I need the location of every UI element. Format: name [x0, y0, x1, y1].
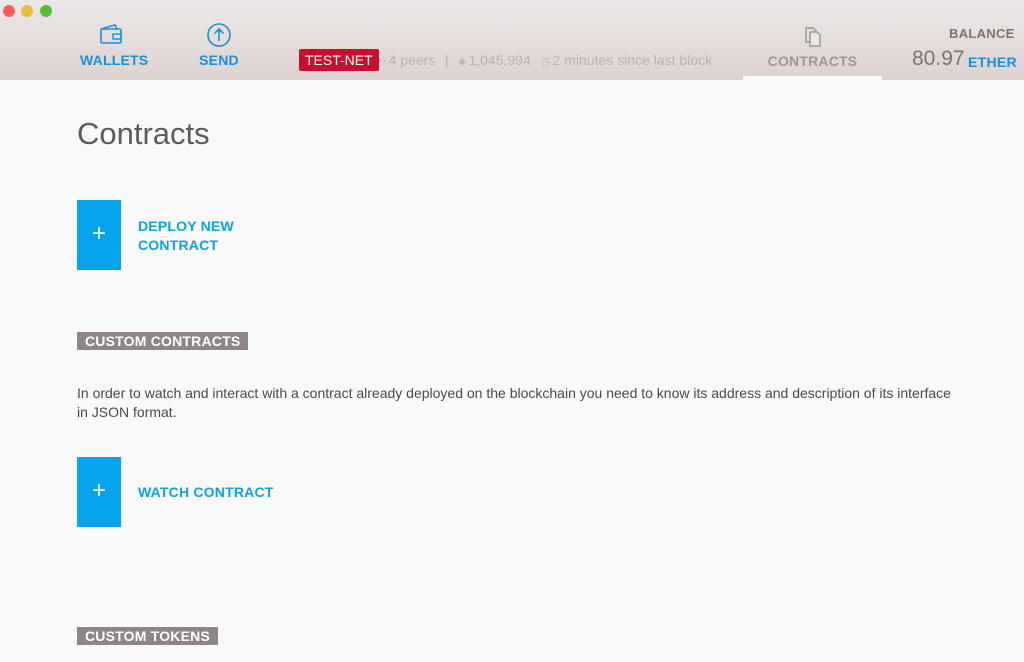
deploy-contract-label: DEPLOY NEW CONTRACT — [138, 217, 234, 255]
active-tab-indicator — [743, 76, 882, 80]
deploy-label-line2: CONTRACT — [138, 237, 219, 253]
balance-value: 80.97 — [912, 47, 965, 70]
window-zoom-button[interactable] — [40, 5, 52, 17]
network-badge: TEST-NET — [299, 49, 379, 71]
layers-icon: ◈ — [458, 56, 467, 68]
wallet-icon — [100, 24, 122, 44]
deploy-label-line1: DEPLOY NEW — [138, 218, 234, 234]
nav-wallets-label: WALLETS — [80, 52, 149, 68]
clock-icon: ◷ — [541, 56, 551, 68]
page-title: Contracts — [77, 116, 210, 151]
nav-send-label: SEND — [199, 52, 239, 68]
deploy-contract-button[interactable]: + DEPLOY NEW CONTRACT — [77, 200, 277, 270]
balance-unit[interactable]: ETHER — [968, 54, 1017, 70]
watch-contract-label: WATCH CONTRACT — [138, 484, 274, 500]
balance-label: BALANCE — [949, 26, 1015, 41]
peers-status: ◔ 4 peers — [380, 50, 435, 72]
window-close-button[interactable] — [3, 5, 15, 17]
window-minimize-button[interactable] — [21, 5, 33, 17]
custom-contracts-header: CUSTOM CONTRACTS — [77, 332, 249, 350]
nav-send[interactable]: SEND — [196, 22, 242, 68]
watch-description: In order to watch and interact with a co… — [77, 385, 951, 420]
documents-icon — [804, 27, 821, 47]
custom-tokens-header: CUSTOM TOKENS — [77, 627, 218, 645]
peers-count: 4 peers — [388, 52, 436, 68]
block-number: 1,045,994 — [468, 52, 531, 68]
block-status: ◈ 1,045,994 — [458, 50, 531, 72]
arrow-up-circle-icon — [207, 23, 231, 47]
nav-contracts[interactable]: CONTRACTS — [743, 0, 882, 80]
nav-wallets[interactable]: WALLETS — [80, 22, 149, 68]
time-since-block: 2 minutes since last block — [552, 52, 713, 68]
plus-icon: + — [77, 457, 121, 527]
last-block-status: ◷ 2 minutes since last block — [541, 50, 712, 72]
nav-contracts-label: CONTRACTS — [767, 53, 858, 69]
status-separator: | — [445, 52, 449, 68]
signal-icon: ◔ — [380, 56, 387, 68]
watch-contract-button[interactable]: + WATCH CONTRACT — [77, 457, 297, 527]
plus-icon: + — [77, 200, 121, 270]
top-bar: WALLETS SEND TEST-NET ◔ 4 peers | ◈ 1,045,… — [0, 0, 1024, 80]
